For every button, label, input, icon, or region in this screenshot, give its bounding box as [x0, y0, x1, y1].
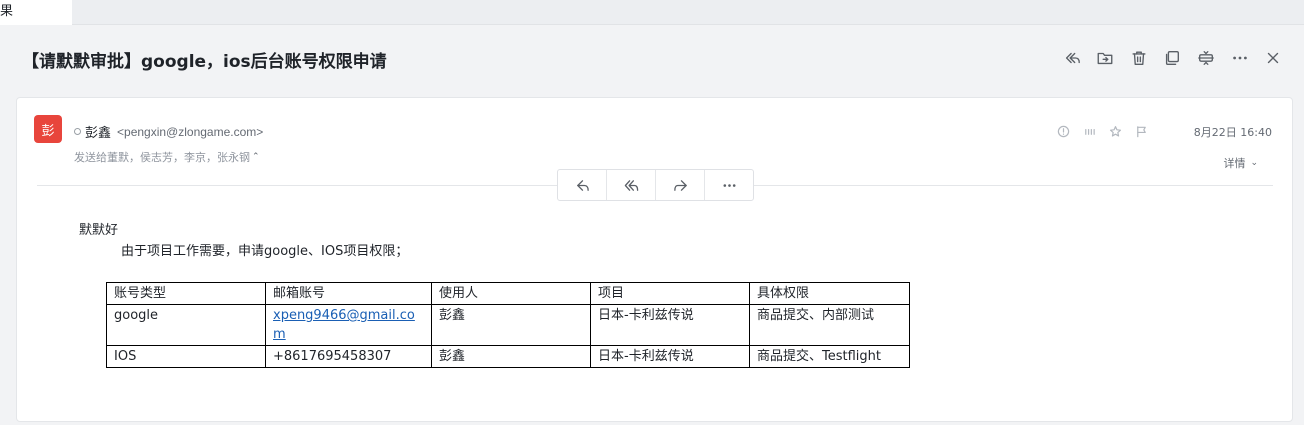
tab-item[interactable]: 果 [0, 0, 72, 25]
details-toggle[interactable]: 详情 ⌄ [1223, 155, 1258, 171]
forward-icon [673, 179, 687, 191]
table-cell: IOS [106, 345, 266, 368]
table-row: google xpeng9466@gmail.com 彭鑫 日本-卡利兹传说 商… [106, 304, 910, 346]
delete-icon [1132, 51, 1146, 65]
flag-button[interactable] [1128, 123, 1154, 139]
message-card: 彭 彭鑫 <pengxin@zlongame.com> 发送给董默，侯志芳，李京… [16, 97, 1293, 422]
recipients[interactable]: 发送给董默，侯志芳，李京，张永钢 ⌃ [74, 149, 260, 165]
sender-email[interactable]: <pengxin@zlongame.com> [117, 125, 263, 139]
recipients-toggle-icon[interactable]: ⌃ [252, 152, 260, 162]
table-header-cell: 使用人 [431, 282, 591, 305]
close-icon [1268, 52, 1279, 64]
tag-icon [1084, 128, 1095, 135]
table-cell: +8617695458307 [265, 345, 432, 368]
flag-icon [1136, 125, 1146, 137]
forward-button[interactable] [656, 170, 705, 200]
move-to-folder-button[interactable] [1088, 45, 1122, 71]
table-cell: 彭鑫 [431, 345, 591, 368]
table-header-row: 账号类型 邮箱账号 使用人 项目 具体权限 [106, 282, 910, 305]
mail-toolbar [1055, 45, 1290, 71]
fold-button[interactable] [1189, 45, 1223, 71]
status-dot-icon [74, 128, 81, 135]
tab-strip: 果 [0, 0, 1304, 25]
table-header-cell: 具体权限 [749, 282, 910, 305]
body-line: 由于项目工作需要，申请google、IOS项目权限； [121, 244, 409, 259]
table-cell: xpeng9466@gmail.com [265, 304, 432, 346]
reply-icon [576, 179, 589, 191]
more-button[interactable] [1223, 45, 1257, 71]
info-button[interactable] [1050, 123, 1076, 139]
delete-button[interactable] [1122, 45, 1156, 71]
message-meta-icons [1050, 123, 1154, 139]
fold-icon [1198, 51, 1214, 65]
table-cell: google [106, 304, 266, 346]
open-new-window-button[interactable] [1156, 45, 1190, 71]
mail-header: 【请默默审批】google，ios后台账号权限申请 [0, 25, 1304, 90]
recipients-text: 发送给董默，侯志芳，李京，张永钢 [74, 151, 250, 164]
info-icon [1057, 125, 1069, 137]
email-link[interactable]: xpeng9466@gmail.com [273, 308, 415, 342]
body-greeting: 默默好 [79, 223, 119, 238]
message-date: 8月22日 16:40 [1193, 126, 1272, 139]
move-to-folder-icon [1097, 52, 1113, 65]
table-cell: 商品提交、内部测试 [749, 304, 910, 346]
details-label: 详情 [1223, 157, 1246, 170]
sender-name[interactable]: 彭鑫 [85, 122, 111, 141]
chevron-down-icon: ⌄ [1250, 158, 1258, 168]
more-icon [722, 183, 736, 187]
table-cell: 日本-卡利兹传说 [590, 304, 750, 346]
reply-all-button[interactable] [1055, 45, 1089, 71]
quick-more-button[interactable] [705, 170, 753, 200]
star-button[interactable] [1102, 123, 1128, 139]
close-button[interactable] [1256, 45, 1290, 71]
reply-button[interactable] [558, 170, 607, 200]
table-row: IOS +8617695458307 彭鑫 日本-卡利兹传说 商品提交、Test… [106, 345, 910, 368]
quick-reply-all-button[interactable] [607, 170, 656, 200]
table-header-cell: 邮箱账号 [265, 282, 432, 305]
table-cell: 日本-卡利兹传说 [590, 345, 750, 368]
table-cell: 商品提交、Testflight [749, 345, 910, 368]
reply-all-icon [1065, 52, 1080, 64]
tag-button[interactable] [1076, 123, 1102, 139]
star-icon [1109, 125, 1121, 137]
table-header-cell: 项目 [590, 282, 750, 305]
permission-table: 账号类型 邮箱账号 使用人 项目 具体权限 google xpeng9466@g… [106, 282, 910, 368]
table-header-cell: 账号类型 [106, 282, 266, 305]
open-new-window-icon [1166, 51, 1180, 65]
reply-all-icon [624, 179, 638, 191]
mail-subject: 【请默默审批】google，ios后台账号权限申请 [22, 52, 387, 72]
avatar[interactable]: 彭 [34, 115, 62, 143]
quick-actions [557, 169, 754, 201]
sender-line: 彭鑫 <pengxin@zlongame.com> [74, 122, 263, 141]
more-icon [1232, 56, 1247, 60]
table-cell: 彭鑫 [431, 304, 591, 346]
